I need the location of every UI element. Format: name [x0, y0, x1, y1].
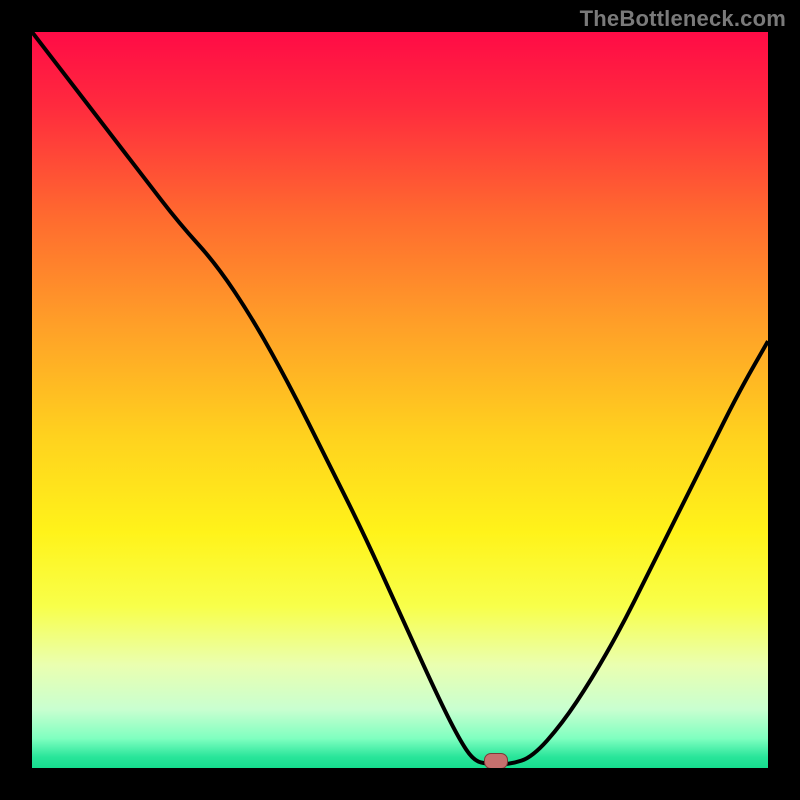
- plot-area: [32, 32, 768, 768]
- min-marker: [484, 753, 508, 768]
- heat-gradient: [32, 32, 768, 768]
- chart-frame: TheBottleneck.com: [0, 0, 800, 800]
- watermark-text: TheBottleneck.com: [580, 6, 786, 32]
